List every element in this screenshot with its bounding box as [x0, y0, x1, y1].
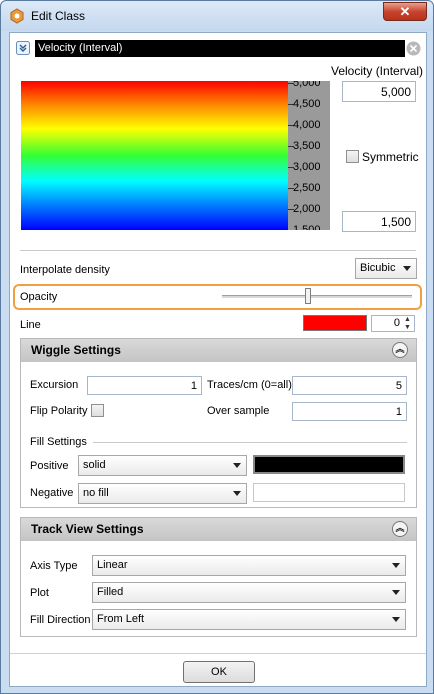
plot-label: Plot	[30, 587, 49, 599]
value-scale: 5,000 4,500 4,000 3,500 3,000 2,500 2,000 1,500	[288, 81, 330, 230]
axis-type-label: Axis Type	[30, 560, 78, 572]
line-label: Line	[20, 319, 41, 331]
track-view-settings-title: Track View Settings	[31, 522, 144, 536]
fill-direction-dropdown[interactable]: From Left	[92, 609, 406, 630]
dialog-content: Velocity (Interval) Velocity (Interval) …	[9, 32, 427, 687]
edit-class-window: Edit Class ✕ Velocity (Interval) Velocit…	[0, 0, 434, 694]
footer-divider	[10, 653, 426, 654]
track-view-settings-panel: Track View Settings ︽ Axis Type Linear P…	[20, 517, 417, 637]
max-value-field[interactable]: 5,000	[342, 81, 416, 102]
interpolate-label: Interpolate density	[20, 264, 110, 276]
collapse-up-icon[interactable]: ︽	[392, 342, 408, 358]
interpolate-dropdown[interactable]: Bicubic	[355, 258, 417, 279]
interpolate-value: Bicubic	[360, 262, 396, 274]
line-color-swatch[interactable]	[303, 315, 367, 331]
line-width-value: 0	[393, 317, 400, 329]
axis-type-value: Linear	[97, 559, 128, 571]
fill-settings-label: Fill Settings	[30, 436, 87, 448]
plot-value: Filled	[97, 586, 124, 598]
traces-label: Traces/cm (0=all)	[207, 379, 292, 391]
scale-label: 3,000	[293, 161, 321, 173]
line-width-spinner[interactable]: 0 ▲ ▼	[371, 315, 415, 332]
negative-fill-value: no fill	[83, 487, 109, 499]
excursion-field[interactable]: 1	[87, 376, 202, 395]
flip-polarity-checkbox[interactable]	[91, 404, 104, 417]
chevron-down-icon	[233, 491, 241, 496]
divider	[20, 250, 416, 251]
oversample-field[interactable]: 1	[292, 402, 407, 421]
negative-label: Negative	[30, 487, 74, 499]
clear-x-icon[interactable]	[406, 41, 421, 56]
oversample-label: Over sample	[207, 405, 270, 417]
window-title: Edit Class	[31, 9, 86, 23]
wiggle-settings-panel: Wiggle Settings ︽ Excursion 1 Traces/cm …	[20, 338, 417, 508]
fill-direction-label: Fill Direction	[30, 614, 91, 626]
scale-label: 2,000	[293, 203, 321, 215]
axis-type-dropdown[interactable]: Linear	[92, 555, 406, 576]
traces-field[interactable]: 5	[292, 376, 407, 395]
chevron-down-icon	[233, 463, 241, 468]
close-button[interactable]: ✕	[383, 2, 427, 21]
gradient-header: Velocity (Interval)	[331, 64, 424, 78]
opacity-label: Opacity	[20, 291, 58, 303]
scale-label: 5,000	[293, 81, 321, 89]
opacity-slider-track[interactable]	[222, 295, 412, 298]
excursion-label: Excursion	[30, 379, 79, 391]
min-value-field[interactable]: 1,500	[342, 211, 416, 232]
wiggle-settings-header[interactable]: Wiggle Settings ︽	[21, 339, 416, 362]
collapse-up-icon[interactable]: ︽	[392, 521, 408, 537]
scale-label: 3,500	[293, 140, 321, 152]
color-gradient-bar[interactable]	[21, 81, 288, 230]
chevron-down-icon	[392, 563, 400, 568]
title-bar: Edit Class ✕	[1, 1, 433, 31]
positive-fill-value: solid	[83, 459, 106, 471]
plot-dropdown[interactable]: Filled	[92, 582, 406, 603]
spin-down-icon[interactable]: ▼	[402, 324, 413, 331]
flip-polarity-label: Flip Polarity	[30, 405, 88, 417]
scale-label: 1,500	[293, 224, 321, 230]
opacity-slider-thumb[interactable]	[304, 288, 311, 304]
symmetric-label: Symmetric	[362, 150, 419, 164]
app-hexagon-icon	[10, 8, 24, 24]
chevron-down-icon	[392, 617, 400, 622]
chevron-down-icon	[392, 590, 400, 595]
class-name-field[interactable]: Velocity (Interval)	[35, 40, 405, 57]
scale-label: 4,000	[293, 119, 321, 131]
positive-color-swatch[interactable]	[253, 455, 405, 474]
spin-up-icon[interactable]: ▲	[402, 316, 413, 323]
symmetric-checkbox[interactable]	[346, 150, 359, 163]
positive-label: Positive	[30, 460, 69, 472]
scale-label: 4,500	[293, 98, 321, 110]
scale-label: 2,500	[293, 182, 321, 194]
wiggle-settings-title: Wiggle Settings	[31, 343, 121, 357]
chevron-down-icon	[403, 266, 411, 271]
negative-fill-dropdown[interactable]: no fill	[78, 483, 247, 504]
expand-down-icon[interactable]	[16, 41, 30, 55]
positive-fill-dropdown[interactable]: solid	[78, 455, 247, 476]
fill-direction-value: From Left	[97, 613, 145, 625]
ok-button[interactable]: OK	[183, 661, 255, 683]
negative-color-swatch[interactable]	[253, 483, 405, 502]
track-view-settings-header[interactable]: Track View Settings ︽	[21, 518, 416, 541]
fill-settings-divider	[93, 442, 407, 443]
